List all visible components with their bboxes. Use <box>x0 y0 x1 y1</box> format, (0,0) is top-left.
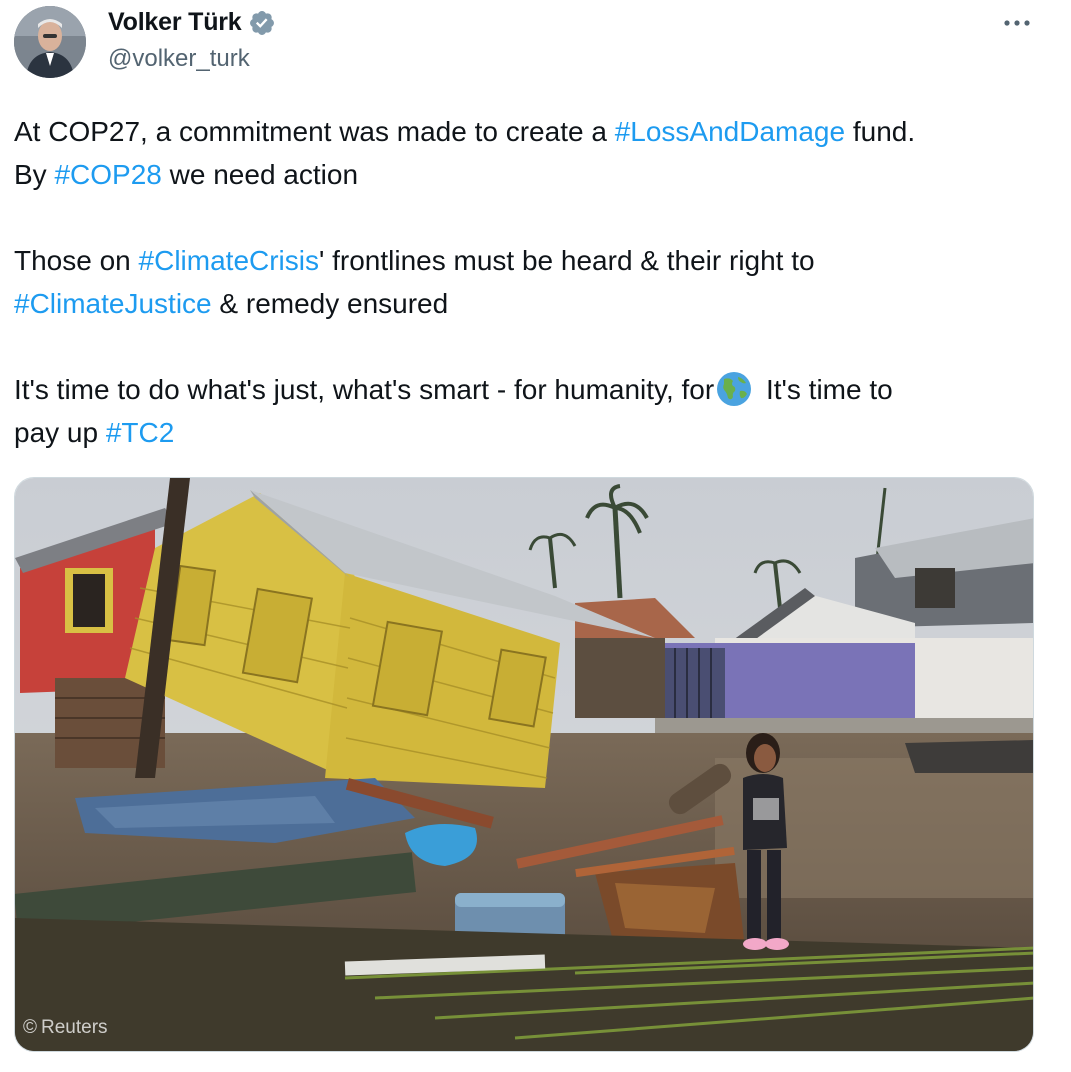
tweet-paragraph-3: It's time to do what's just, what's smar… <box>14 368 1054 454</box>
photo-credit-label: Reuters <box>41 1017 108 1038</box>
photo-credit: © Reuters <box>23 1017 108 1039</box>
tweet-photo[interactable]: © Reuters <box>14 477 1034 1052</box>
more-options-button[interactable] <box>1000 8 1034 38</box>
hashtag-climate-crisis[interactable]: #ClimateCrisis <box>139 245 319 276</box>
copyright-icon: © <box>23 1017 37 1038</box>
more-dots-icon <box>1004 20 1030 26</box>
text-segment: It's time to <box>758 374 893 405</box>
author-row: Volker Türk <box>108 8 276 37</box>
tweet-paragraph-2: Those on #ClimateCrisis' frontlines must… <box>14 239 1054 325</box>
text-segment: Those on <box>14 245 139 276</box>
author-name[interactable]: Volker Türk <box>108 8 242 37</box>
avatar[interactable] <box>14 6 86 78</box>
verified-badge-icon <box>249 10 274 35</box>
text-segment: we need action <box>161 159 359 190</box>
avatar-photo <box>14 6 86 78</box>
hashtag-loss-and-damage[interactable]: #LossAndDamage <box>615 116 845 147</box>
tweet-text: At COP27, a commitment was made to creat… <box>14 110 1054 454</box>
hashtag-tc2[interactable]: #TC2 <box>106 417 174 448</box>
text-segment: By <box>14 159 55 190</box>
hashtag-cop28[interactable]: #COP28 <box>54 159 161 190</box>
text-segment: At COP27, a commitment was made to creat… <box>14 116 615 147</box>
text-segment: It's time to do what's just, what's smar… <box>14 374 715 405</box>
text-segment: & remedy ensured <box>211 288 449 319</box>
text-segment: pay up <box>14 417 106 448</box>
text-segment: fund. <box>845 116 916 147</box>
author-handle[interactable]: @volker_turk <box>108 45 250 73</box>
globe-americas-icon <box>717 372 752 406</box>
tweet-paragraph-1: At COP27, a commitment was made to creat… <box>14 110 1054 196</box>
hashtag-climate-justice[interactable]: #ClimateJustice <box>14 288 212 319</box>
text-segment: ' frontlines must be heard & their right… <box>319 245 815 276</box>
hurricane-damage-photo <box>15 478 1033 1051</box>
